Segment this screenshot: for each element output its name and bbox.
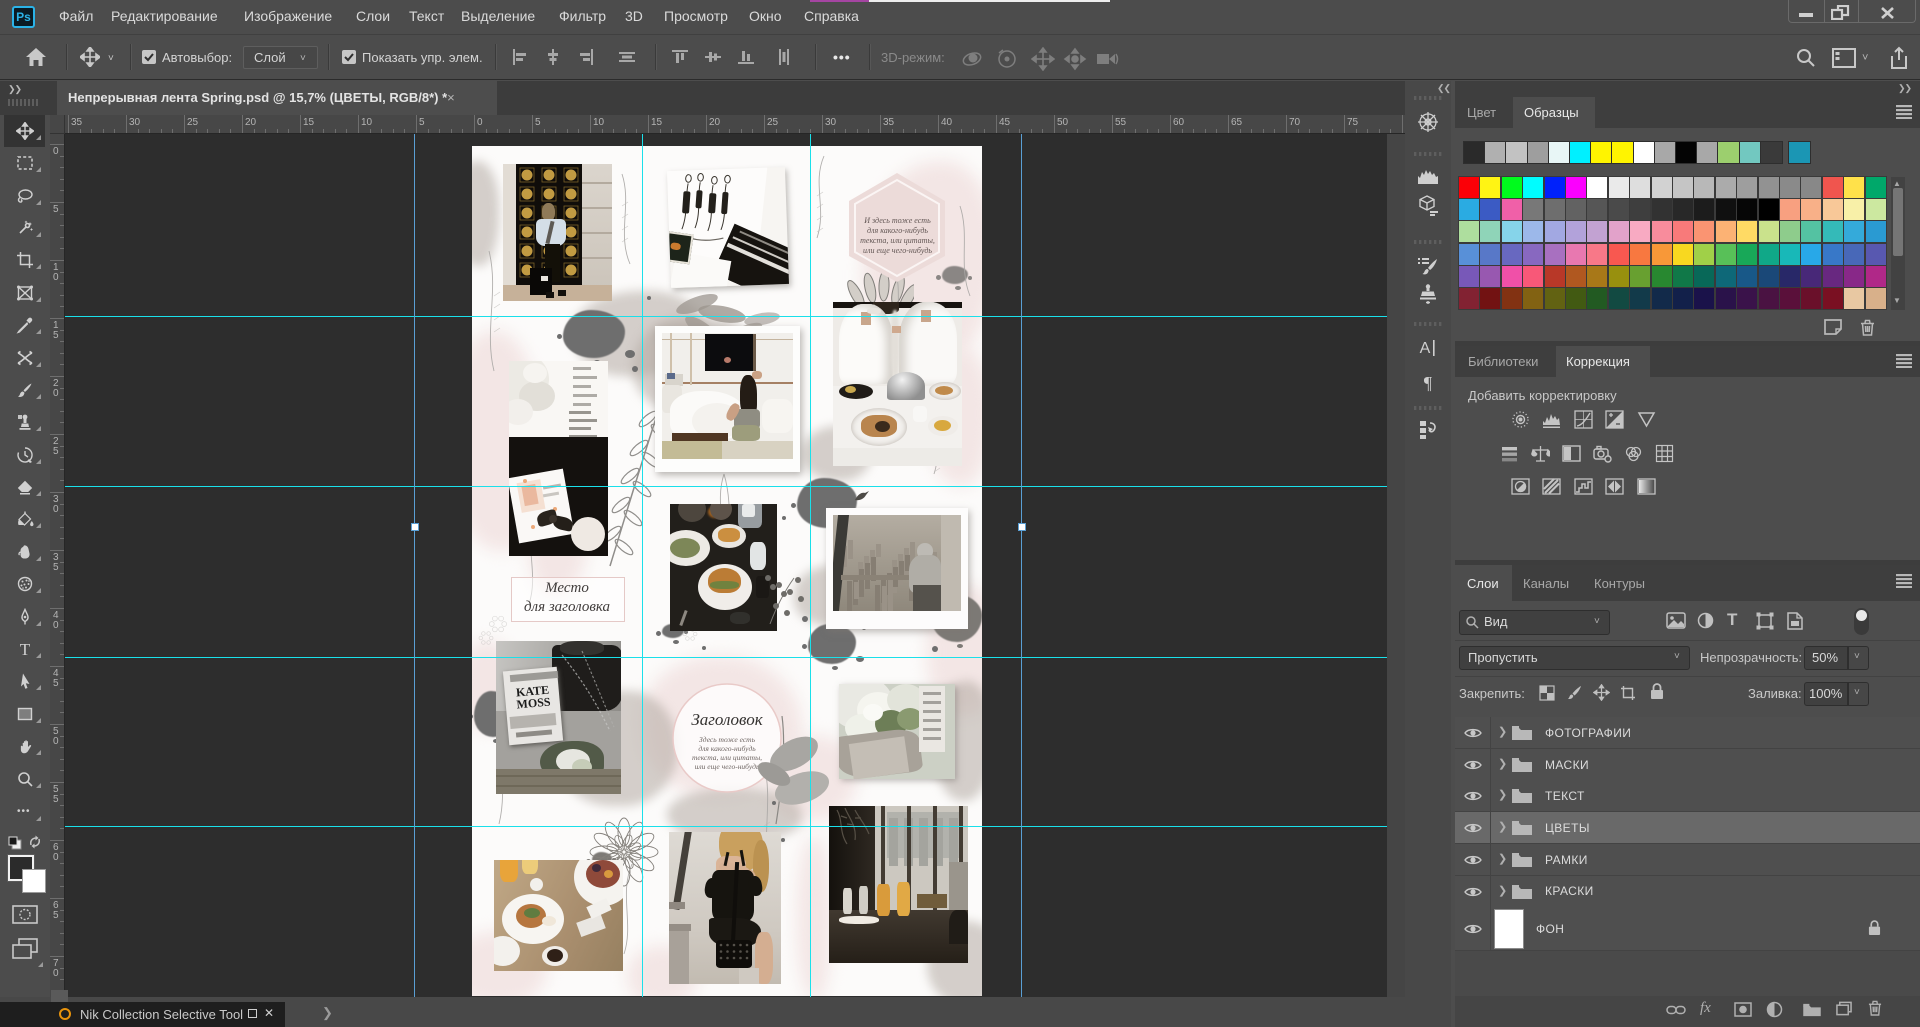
svg-text:¶: ¶ bbox=[1424, 373, 1432, 393]
svg-text:T: T bbox=[20, 640, 31, 658]
svg-text:A: A bbox=[1420, 340, 1431, 357]
